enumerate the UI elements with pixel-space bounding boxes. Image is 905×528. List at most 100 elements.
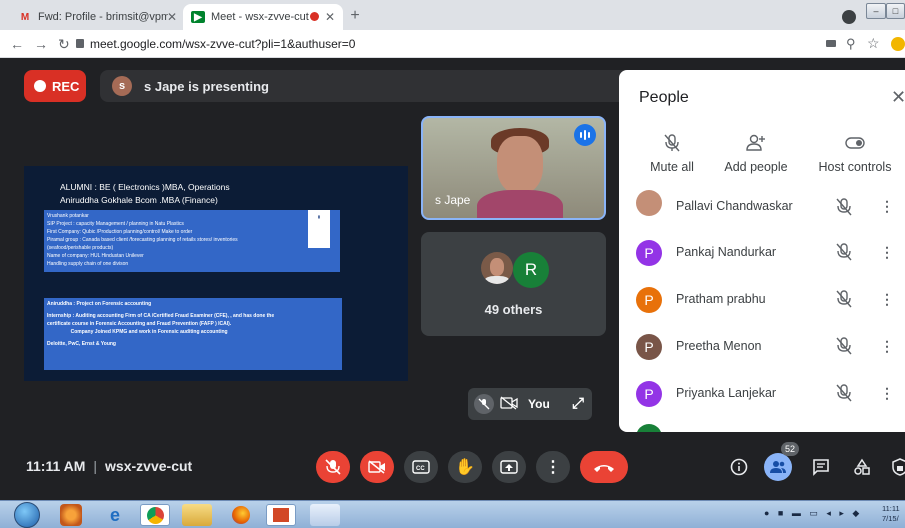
others-tile[interactable]: R 49 others — [421, 232, 606, 336]
chat-icon — [813, 459, 829, 476]
meeting-code: wsx-zvve-cut — [105, 458, 193, 474]
reload-icon[interactable]: ↻ — [58, 36, 70, 53]
add-people-button[interactable]: Add people — [711, 134, 801, 174]
meeting-details: 11:11 AM | wsx-zvve-cut — [26, 458, 192, 474]
info-icon — [730, 458, 748, 476]
camera-toggle-button[interactable] — [360, 451, 394, 483]
present-icon — [500, 460, 518, 474]
address-bar-row: ← → ↻ meet.google.com/wsx-zvve-cut?pli=1… — [0, 30, 905, 58]
bookmark-star-icon[interactable]: ☆ — [867, 35, 880, 52]
system-tray[interactable]: ● ■ ▬ ▭ ◂ ▸ ◆ — [764, 508, 862, 519]
minimize-button[interactable]: – — [866, 3, 886, 19]
more-options-icon[interactable]: ⋮ — [880, 198, 894, 215]
windows-taskbar: e ● ■ ▬ ▭ ◂ ▸ ◆ 11:11 7/15/ — [0, 500, 905, 528]
host-controls-bottom-button[interactable] — [887, 454, 905, 480]
participant-name: Pankaj Nandurkar — [676, 245, 777, 259]
people-button[interactable] — [764, 453, 792, 481]
tab-meet[interactable]: ▶ Meet - wsx-zvve-cut ✕ — [183, 4, 343, 30]
presenting-banner: s s Jape is presenting — [100, 70, 640, 102]
participant-row[interactable]: P Priyanka Lanjekar ⋮ — [619, 373, 905, 419]
self-preview-tile[interactable]: You ⤢ — [468, 388, 592, 420]
forward-icon[interactable]: → — [34, 36, 48, 52]
leave-call-button[interactable] — [580, 451, 628, 483]
presentation-app-icon[interactable] — [266, 504, 296, 526]
mute-all-button[interactable]: Mute all — [627, 134, 717, 174]
participant-avatar: P — [636, 287, 662, 313]
maximize-button[interactable]: □ — [886, 3, 905, 19]
mic-off-icon — [627, 134, 717, 160]
mic-off-icon — [836, 384, 852, 402]
participant-count-badge: 52 — [781, 442, 799, 456]
slide-title-line1: ALUMNI : BE ( Electronics )MBA, Operatio… — [60, 182, 230, 192]
mic-toggle-button[interactable] — [316, 451, 350, 483]
slide-text: Handling supply chain of one divison — [47, 261, 129, 267]
tab-title: Meet - wsx-zvve-cut — [211, 11, 309, 23]
close-tab-icon[interactable]: ✕ — [167, 10, 177, 24]
hang-up-icon — [594, 465, 614, 472]
tab-title: Fwd: Profile - brimsit@vpmthane — [38, 11, 168, 23]
clock-time: 11:11 — [882, 504, 900, 513]
svg-text:CC: CC — [416, 466, 425, 472]
slide-text: (seafood/perishable products) — [47, 245, 114, 251]
zoom-icon[interactable]: ⚲ — [846, 36, 856, 52]
more-options-icon[interactable]: ⋮ — [880, 244, 894, 261]
camera-off-icon — [500, 395, 518, 413]
more-options-icon[interactable]: ⋮ — [880, 291, 894, 308]
media-player-icon[interactable] — [60, 504, 82, 526]
add-people-label: Add people — [724, 160, 788, 174]
participant-row[interactable]: P Pankaj Nandurkar ⋮ — [619, 232, 905, 278]
rec-label: REC — [52, 78, 80, 94]
tab-gmail[interactable]: M Fwd: Profile - brimsit@vpmthane ✕ — [10, 4, 185, 30]
meet-stage: REC s s Jape is presenting ALUMNI : BE (… — [0, 58, 905, 500]
slide-box-aniruddha: Aniruddha : Project on Forensic accounti… — [44, 298, 342, 370]
start-button[interactable] — [14, 502, 40, 528]
close-tab-icon[interactable]: ✕ — [325, 10, 335, 24]
participant-row[interactable]: P Preetha Menon ⋮ — [619, 326, 905, 372]
activities-button[interactable] — [849, 454, 875, 480]
new-tab-button[interactable]: + — [346, 7, 364, 25]
more-options-icon[interactable]: ⋮ — [880, 385, 894, 402]
mic-off-icon — [836, 337, 852, 355]
chrome-icon[interactable] — [140, 504, 170, 526]
speaker-video-tile[interactable]: s Jape — [421, 116, 606, 220]
participant-avatar — [636, 190, 662, 216]
more-vert-icon: ⋮ — [545, 459, 561, 476]
captions-icon: CC — [412, 460, 430, 474]
profile-icon[interactable] — [842, 10, 856, 24]
internet-explorer-icon[interactable]: e — [100, 504, 130, 526]
raise-hand-button[interactable]: ✋ — [448, 451, 482, 483]
camera-icon[interactable] — [826, 40, 836, 47]
divider: | — [93, 458, 98, 474]
slide-text: Internship : Auditing accounting Firm of… — [47, 313, 275, 319]
chat-button[interactable] — [808, 454, 834, 480]
mic-off-icon — [474, 394, 494, 414]
more-options-button[interactable]: ⋮ — [536, 451, 570, 483]
participant-row[interactable]: P Pratham prabhu ⋮ — [619, 279, 905, 325]
add-person-icon — [711, 134, 801, 160]
taskbar-clock[interactable]: 11:11 7/15/ — [882, 504, 900, 524]
meet-icon: ▶ — [191, 11, 205, 23]
slide-text: First Company: Qubic /Production plannin… — [47, 229, 193, 235]
toggle-icon — [810, 134, 900, 160]
meeting-info-button[interactable] — [726, 454, 752, 480]
recording-indicator-icon — [310, 12, 319, 21]
company-logo: ▮ — [308, 210, 330, 248]
paint-icon[interactable] — [310, 504, 340, 526]
extension-icon[interactable] — [891, 37, 905, 51]
slide-text: Deloitte, PwC, Ernst & Young — [47, 341, 116, 347]
captions-button[interactable]: CC — [404, 451, 438, 483]
host-controls-button[interactable]: Host controls — [810, 134, 900, 174]
record-dot-icon — [34, 80, 46, 92]
clock-date: 7/15/ — [882, 514, 899, 523]
firefox-icon[interactable] — [226, 504, 256, 526]
tile-name: s Jape — [435, 193, 471, 207]
speaking-indicator-icon — [574, 124, 596, 146]
expand-icon[interactable]: ⤢ — [572, 395, 584, 412]
file-explorer-icon[interactable] — [182, 504, 212, 526]
url-field[interactable]: meet.google.com/wsx-zvve-cut?pli=1&authu… — [90, 37, 355, 51]
close-icon[interactable]: ✕ — [891, 87, 905, 108]
meeting-time: 11:11 AM — [26, 458, 86, 474]
present-now-button[interactable] — [492, 451, 526, 483]
more-options-icon[interactable]: ⋮ — [880, 338, 894, 355]
back-icon[interactable]: ← — [10, 36, 24, 52]
